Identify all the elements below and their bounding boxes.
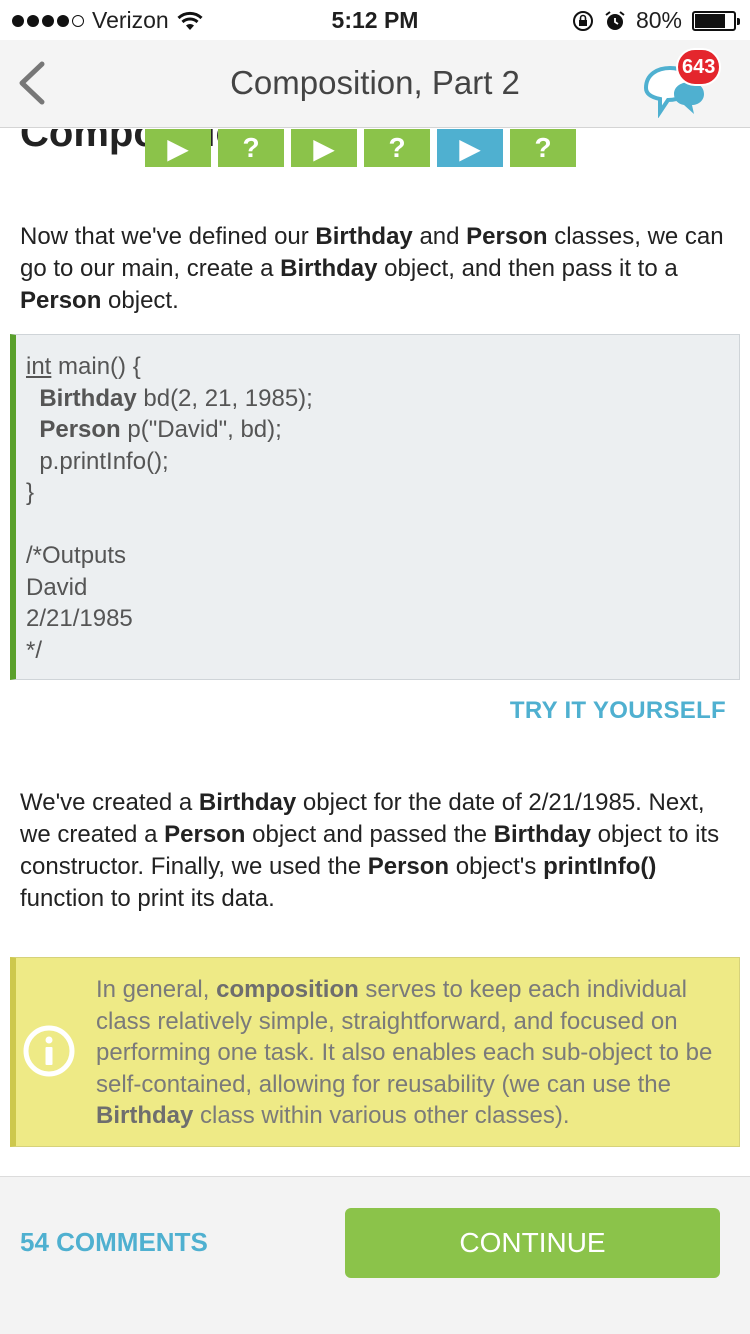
- battery-fill: [695, 13, 726, 28]
- explanation-paragraph: We've created a Birthday object for the …: [20, 787, 732, 915]
- code-line: 2/21/1985: [26, 603, 729, 635]
- text-run: and: [412, 223, 467, 250]
- continue-button[interactable]: CONTINUE: [345, 1208, 720, 1278]
- code-line: p.printInfo();: [26, 446, 729, 478]
- text-run: int: [26, 353, 52, 380]
- battery-icon: [692, 10, 740, 31]
- bold-term: Birthday: [39, 384, 137, 412]
- info-icon: [23, 1025, 75, 1077]
- comments-link[interactable]: 54 COMMENTS: [20, 1227, 208, 1258]
- code-line: David: [26, 572, 729, 604]
- code-line: Person p("David", bd);: [26, 414, 729, 446]
- code-line: }: [26, 477, 729, 509]
- code-block: int main() { Birthday bd(2, 21, 1985); P…: [10, 334, 740, 680]
- rotation-lock-icon: [572, 10, 593, 31]
- lesson-content: Composition Now that we've defined our B…: [0, 129, 750, 1175]
- bold-term: composition: [216, 976, 359, 1003]
- bold-term: Person: [164, 821, 246, 848]
- alarm-icon: [605, 10, 625, 30]
- text-run: /*Outputs: [26, 542, 127, 569]
- status-right: 80%: [572, 7, 740, 34]
- text-run: function to print its data.: [20, 885, 275, 912]
- code-line: */: [26, 635, 729, 667]
- progress-step-quiz[interactable]: ?: [218, 129, 284, 167]
- text-run: object's: [449, 853, 544, 880]
- status-bar: Verizon 5:12 PM 80%: [0, 0, 750, 40]
- text-run: }: [26, 479, 35, 506]
- try-it-yourself-link[interactable]: TRY IT YOURSELF: [510, 697, 726, 725]
- progress-step-lesson[interactable]: ▶: [291, 129, 357, 167]
- text-run: We've created a: [20, 789, 199, 816]
- bold-term: Birthday: [315, 223, 413, 250]
- info-note: In general, composition serves to keep e…: [10, 957, 740, 1147]
- bold-term: Person: [20, 287, 102, 314]
- bold-term: Person: [39, 416, 121, 443]
- text-run: object.: [101, 287, 179, 314]
- text-run: object, and then pass it to a: [377, 255, 678, 282]
- progress-step-lesson[interactable]: ▶: [437, 129, 503, 167]
- text-run: main() {: [51, 353, 141, 380]
- info-note-text: In general, composition serves to keep e…: [96, 974, 726, 1132]
- bottom-bar: 54 COMMENTS CONTINUE: [0, 1176, 750, 1334]
- notification-badge: 643: [676, 48, 722, 86]
- text-run: p.printInfo();: [26, 447, 169, 475]
- text-run: [26, 416, 39, 443]
- bold-term: Birthday: [280, 255, 378, 282]
- chat-button[interactable]: 643: [640, 48, 722, 120]
- text-run: 2/21/1985: [26, 605, 133, 632]
- lesson-progress: ▶? ▶? ▶?: [145, 129, 576, 167]
- text-run: object and passed the: [245, 821, 494, 848]
- bold-term: Birthday: [198, 789, 297, 816]
- bold-term: printInfo(): [543, 853, 657, 880]
- text-run: In general,: [96, 976, 217, 1003]
- bold-term: Birthday: [96, 1102, 194, 1129]
- nav-bar: Composition, Part 2 643: [0, 40, 750, 128]
- text-run: */: [26, 636, 43, 664]
- text-run: Now that we've defined our: [20, 223, 316, 250]
- code-line: /*Outputs: [26, 540, 729, 572]
- bold-term: Person: [466, 223, 548, 250]
- page-title: Composition, Part 2: [230, 64, 520, 101]
- text-run: p("David", bd);: [120, 416, 282, 443]
- intro-paragraph: Now that we've defined our Birthday and …: [20, 221, 732, 317]
- bold-term: Person: [367, 853, 450, 880]
- progress-step-quiz[interactable]: ?: [510, 129, 576, 167]
- progress-step-quiz[interactable]: ?: [364, 129, 430, 167]
- bold-term: Birthday: [493, 821, 592, 848]
- code-line: Birthday bd(2, 21, 1985);: [26, 383, 729, 415]
- text-run: bd(2, 21, 1985);: [136, 384, 313, 412]
- text-run: [26, 385, 39, 412]
- battery-percent: 80%: [635, 7, 682, 33]
- text-run: David: [26, 573, 88, 601]
- code-line: int main() {: [26, 351, 729, 383]
- text-run: class within various other classes).: [193, 1102, 570, 1129]
- progress-step-lesson[interactable]: ▶: [145, 129, 211, 167]
